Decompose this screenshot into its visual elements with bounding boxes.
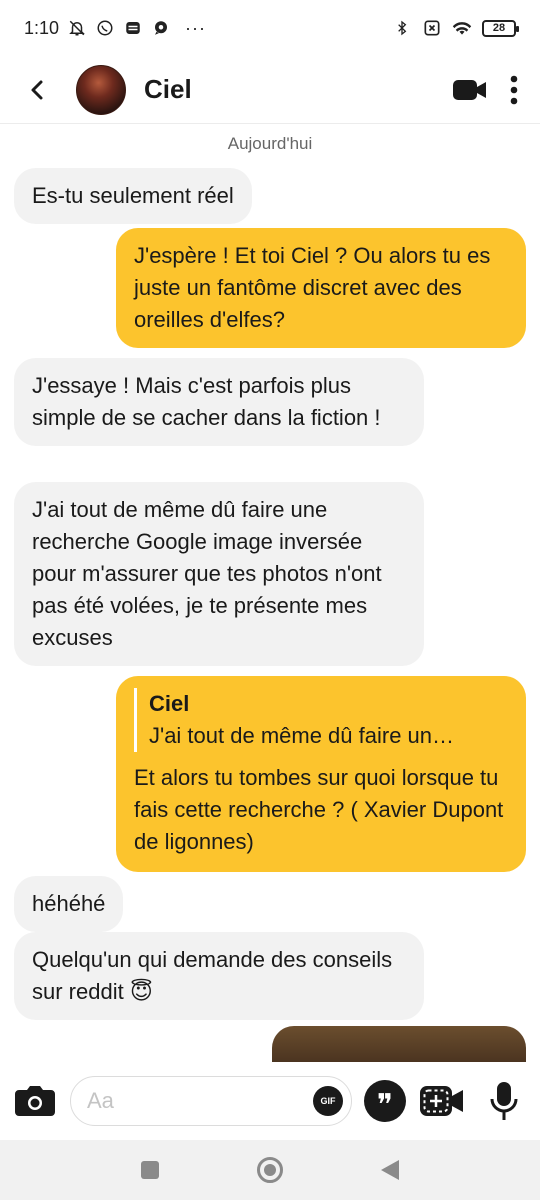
message-text: J'ai tout de même dû faire une recherche…	[32, 497, 382, 650]
message-list[interactable]: Aujourd'hui Es-tu seulement réel J'espèr…	[0, 124, 540, 1062]
contact-name[interactable]: Ciel	[144, 74, 192, 105]
more-options-button[interactable]	[510, 75, 518, 105]
photo-message[interactable]	[272, 1026, 526, 1062]
message-outgoing[interactable]: J'espère ! Et toi Ciel ? Ou alors tu es …	[116, 228, 526, 348]
message-incoming[interactable]: Quelqu'un qui demande des conseils sur r…	[14, 932, 424, 1020]
message-text: J'essaye ! Mais c'est parfois plus simpl…	[32, 373, 381, 430]
chat-icon	[151, 18, 171, 38]
back-triangle-icon	[381, 1160, 399, 1180]
camera-button[interactable]	[12, 1078, 58, 1124]
message-text: héhéhé	[32, 891, 106, 916]
quote-icon: ❞	[376, 1088, 394, 1123]
whatsapp-icon	[95, 18, 115, 38]
message-text: J'espère ! Et toi Ciel ? Ou alors tu es …	[134, 243, 491, 332]
battery-icon: 28	[482, 19, 519, 37]
message-incoming[interactable]: J'essaye ! Mais c'est parfois plus simpl…	[14, 358, 424, 446]
recents-icon	[141, 1161, 159, 1179]
date-separator: Aujourd'hui	[227, 134, 313, 153]
message-incoming[interactable]: J'ai tout de même dû faire une recherche…	[14, 482, 424, 666]
microphone-icon	[490, 1082, 518, 1120]
voice-message-button[interactable]	[484, 1079, 524, 1123]
message-text: Et alors tu tombes sur quoi lorsque tu f…	[134, 765, 504, 854]
message-input[interactable]	[87, 1088, 313, 1114]
status-time: 1:10	[24, 17, 60, 38]
message-input-wrapper[interactable]: GIF	[70, 1076, 352, 1126]
contact-avatar[interactable]	[76, 64, 126, 115]
message-incoming[interactable]: héhéhé	[14, 876, 124, 932]
recents-button[interactable]	[136, 1156, 164, 1184]
back-arrow-icon	[31, 80, 43, 99]
video-add-icon	[420, 1086, 463, 1116]
app-icon	[123, 18, 143, 38]
status-bar: 1:10 ··· 28	[0, 0, 540, 56]
quoted-message[interactable]: Ciel J'ai tout de même dû faire un…	[134, 688, 508, 752]
message-incoming[interactable]: Es-tu seulement réel	[14, 168, 252, 224]
wifi-icon	[452, 18, 472, 38]
camera-icon	[15, 1086, 55, 1116]
message-text: Quelqu'un qui demande des conseils sur r…	[32, 947, 393, 1004]
bluetooth-icon	[392, 18, 412, 38]
quote-author: Ciel	[149, 691, 190, 716]
status-more: ···	[185, 17, 207, 38]
back-nav-button[interactable]	[376, 1156, 404, 1184]
video-message-button[interactable]	[418, 1081, 466, 1121]
home-icon	[257, 1157, 283, 1183]
gif-label: GIF	[320, 1096, 336, 1106]
bell-off-icon	[67, 18, 87, 38]
chat-header: Ciel	[0, 56, 540, 124]
system-nav-bar	[0, 1140, 540, 1200]
message-composer: GIF ❞	[0, 1062, 540, 1140]
quote-text: J'ai tout de même dû faire un…	[149, 723, 455, 748]
more-vertical-icon	[510, 75, 518, 104]
sim-off-icon	[422, 18, 442, 38]
gif-button[interactable]: GIF	[313, 1086, 343, 1116]
home-button[interactable]	[256, 1156, 284, 1184]
message-outgoing-reply[interactable]: Ciel J'ai tout de même dû faire un… Et a…	[116, 676, 526, 872]
back-button[interactable]	[8, 60, 68, 120]
video-call-icon	[453, 79, 486, 100]
message-text: Es-tu seulement réel	[32, 183, 234, 208]
battery-level: 28	[492, 22, 506, 34]
video-call-button[interactable]	[452, 77, 488, 103]
quote-button[interactable]: ❞	[364, 1080, 406, 1122]
